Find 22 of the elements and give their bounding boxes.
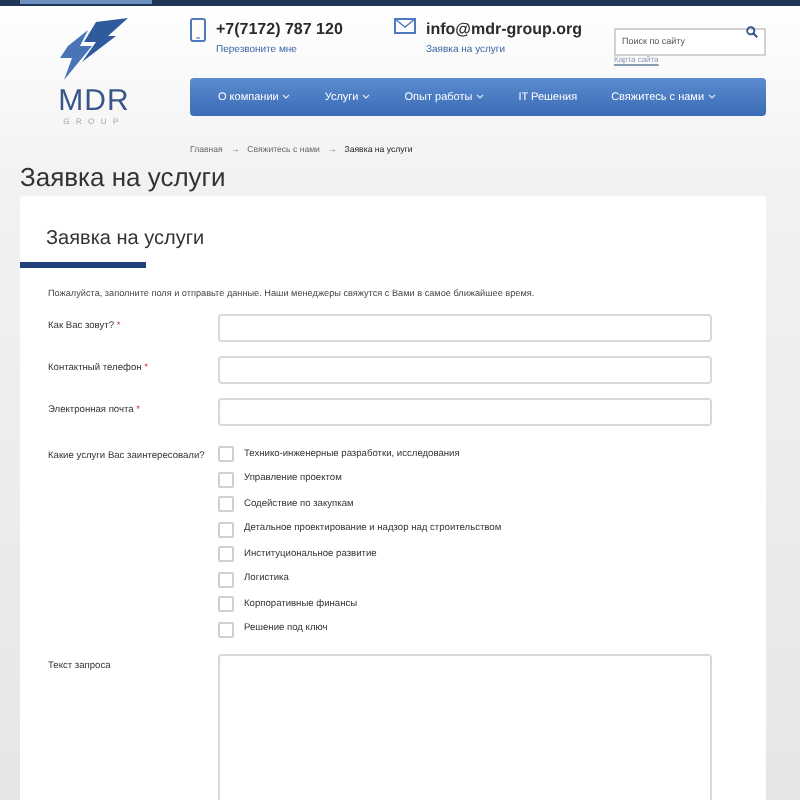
page-title: Заявка на услуги — [20, 160, 228, 194]
form-title: Заявка на услуги — [46, 228, 207, 250]
input-field[interactable] — [218, 356, 712, 384]
checkbox[interactable] — [218, 471, 234, 487]
phone-icon — [190, 18, 206, 42]
message-field[interactable] — [218, 653, 712, 800]
input-field[interactable] — [218, 398, 712, 426]
checkbox[interactable] — [218, 571, 234, 587]
phone-number: +7(7172) 787 120 — [216, 20, 343, 38]
search-icon[interactable] — [746, 26, 758, 38]
checkbox[interactable] — [218, 521, 234, 537]
mail-icon — [394, 18, 416, 34]
checkbox[interactable] — [218, 446, 234, 462]
checkbox[interactable] — [218, 596, 234, 612]
checkbox[interactable] — [218, 546, 234, 562]
title-underline — [20, 262, 146, 268]
checkbox[interactable] — [218, 496, 234, 512]
email-address[interactable]: info@mdr-group.org — [426, 20, 583, 38]
logo-icon — [56, 18, 132, 82]
input-field[interactable] — [218, 314, 712, 342]
checkbox[interactable] — [218, 621, 234, 637]
logo-name: MDR — [58, 88, 130, 116]
